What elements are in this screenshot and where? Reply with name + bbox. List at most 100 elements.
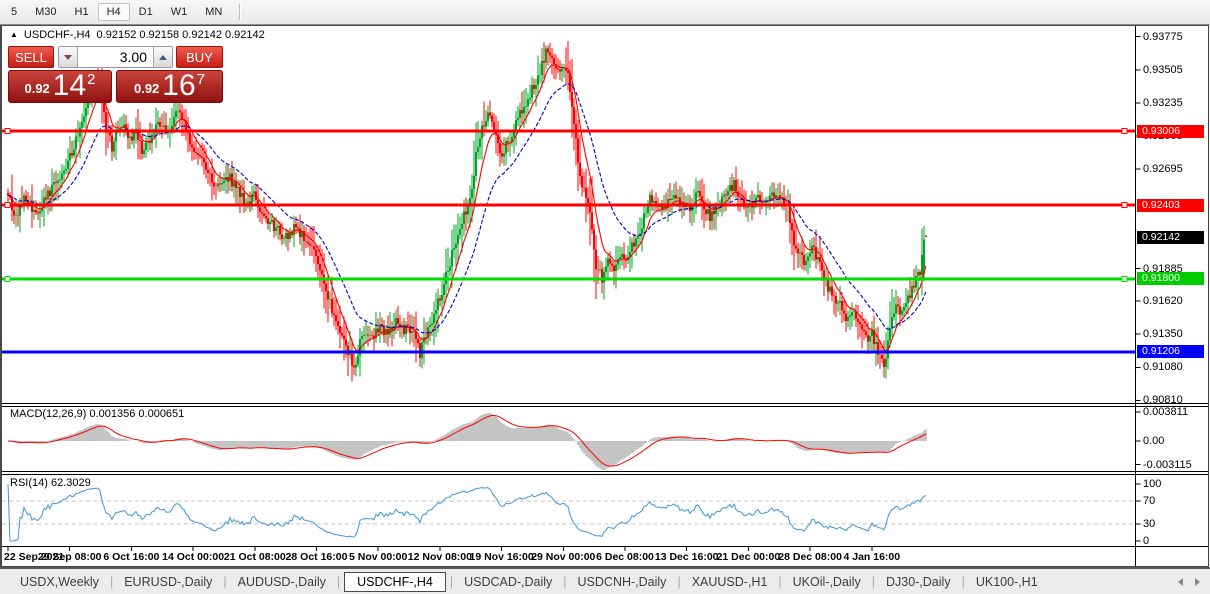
chart-ohlc-values: 0.92152 0.92158 0.92142 0.92142 — [96, 29, 265, 41]
tab-ukoil-daily[interactable]: UKOil-,Daily — [783, 572, 871, 592]
price-axis-label: 0.91080 — [1143, 361, 1183, 374]
volume-input[interactable] — [77, 47, 154, 67]
chart-plot — [2, 26, 1208, 566]
tab-strip: USDX,Weekly | EURUSD-,Daily | AUDUSD-,Daily |… — [0, 571, 1178, 592]
timeframe-mn[interactable]: MN — [196, 3, 231, 21]
tab-dj30-daily[interactable]: DJ30-,Daily — [876, 572, 961, 592]
collapse-triangle-icon[interactable]: ▲ — [10, 31, 18, 39]
macd-axis-label: 0.00 — [1143, 435, 1165, 447]
buy-price-pipette: 7 — [196, 71, 206, 88]
sell-price-display[interactable]: 0.92 14 2 — [8, 70, 112, 103]
time-axis-label: 13 Dec 16:00 — [654, 551, 719, 563]
tab-xauusd-h1[interactable]: XAUUSD-,H1 — [682, 572, 778, 592]
tab-uk100-h1[interactable]: UK100-,H1 — [966, 572, 1048, 592]
time-axis-label: 29 Nov 00:00 — [531, 551, 596, 563]
rsi-axis-label: 70 — [1143, 495, 1156, 508]
volume-decrease-button[interactable] — [59, 47, 77, 67]
price-axis-label: 0.91350 — [1143, 328, 1183, 341]
line-handle[interactable] — [1121, 202, 1128, 208]
volume-stepper — [58, 46, 173, 68]
chart-tab-bar: USDX,Weekly | EURUSD-,Daily | AUDUSD-,Daily |… — [0, 567, 1210, 594]
sell-button[interactable]: SELL — [8, 46, 54, 68]
time-axis-label: 28 Dec 08:00 — [778, 551, 842, 563]
horizontal-levels — [2, 128, 1136, 354]
panel-borders — [2, 26, 1208, 566]
sell-price-prefix: 0.92 — [24, 81, 50, 96]
macd-signal-line — [8, 415, 927, 467]
tab-eurusd-daily[interactable]: EURUSD-,Daily — [114, 572, 222, 592]
timeframe-toolbar: 5 M30 H1 H4 D1 W1 MN — [0, 0, 1210, 25]
macd-axis-label: -0.003115 — [1143, 458, 1192, 471]
price-axis-label: 0.93775 — [1143, 30, 1183, 43]
tab-audusd-daily[interactable]: AUDUSD-,Daily — [228, 572, 336, 592]
timeframe-h1[interactable]: H1 — [66, 3, 98, 21]
tab-usdchf-h4[interactable]: USDCHF-,H4 — [344, 571, 446, 592]
tab-separator: | — [336, 574, 341, 589]
time-axis-label: 5 Nov 00:00 — [349, 551, 408, 563]
chart-title: ▲ USDCHF-,H4 0.92152 0.92158 0.92142 0.9… — [10, 29, 265, 41]
timeframe-m30[interactable]: M30 — [26, 3, 65, 21]
time-axis-label: 21 Dec 00:00 — [716, 551, 781, 563]
buy-price-display[interactable]: 0.92 16 7 — [116, 70, 223, 103]
toolbar-separator — [239, 4, 241, 20]
macd-axis-label: 0.003811 — [1143, 405, 1189, 418]
buy-price-prefix: 0.92 — [133, 81, 160, 96]
line-handle[interactable] — [4, 202, 11, 208]
line-handle[interactable] — [1121, 276, 1128, 282]
tab-separator: | — [223, 574, 227, 589]
tab-scroll-arrows — [1178, 577, 1200, 586]
line-handle[interactable] — [4, 276, 11, 282]
time-axis-label: 6 Oct 16:00 — [103, 551, 160, 563]
time-axis-label: 12 Nov 08:00 — [407, 551, 472, 563]
sell-price-pipette: 2 — [87, 71, 96, 88]
time-axis-label: 19 Nov 16:00 — [469, 551, 534, 563]
price-axis-label: 0.90810 — [1143, 394, 1183, 407]
buy-button[interactable]: BUY — [176, 46, 223, 68]
price-level-badge: 0.93006 — [1137, 124, 1204, 138]
time-axis-label: 14 Oct 00:00 — [162, 551, 225, 563]
tab-separator: | — [449, 574, 454, 589]
volume-increase-button[interactable] — [154, 47, 172, 67]
tab-usdcad-daily[interactable]: USDCAD-,Daily — [454, 572, 562, 592]
tab-usdx-weekly[interactable]: USDX,Weekly — [10, 572, 109, 592]
timeframe-5[interactable]: 5 — [2, 3, 26, 21]
price-level-badge: 0.92142 — [1137, 230, 1204, 244]
time-axis-label: 29 Sep 08:00 — [37, 551, 102, 563]
time-axis-label: 4 Jan 16:00 — [843, 551, 901, 563]
timeframe-h4[interactable]: H4 — [97, 3, 130, 21]
chart-symbol-period: USDCHF-,H4 — [23, 29, 91, 41]
tab-scroll-right-icon[interactable] — [1195, 577, 1200, 586]
tab-separator: | — [677, 574, 681, 589]
time-axis-label: 28 Oct 16:00 — [285, 551, 348, 563]
tab-separator: | — [109, 574, 114, 589]
tab-separator: | — [778, 574, 782, 589]
chart-canvas — [2, 26, 1208, 566]
timeframe-w1[interactable]: W1 — [162, 3, 197, 21]
tab-separator: | — [871, 574, 875, 589]
line-handle[interactable] — [4, 128, 11, 134]
one-click-trading-panel: SELL BUY 0.92 14 2 0.92 16 7 — [8, 46, 223, 103]
buy-price-main: 16 — [162, 69, 196, 102]
macd-indicator-label: MACD(12,26,9) 0.001356 0.000651 — [10, 408, 185, 420]
tab-usdcnh-daily[interactable]: USDCNH-,Daily — [568, 572, 677, 592]
price-axis-label: 0.91620 — [1143, 295, 1183, 308]
price-axis-label: 0.93505 — [1143, 63, 1183, 76]
price-axis-label: 0.93235 — [1143, 96, 1183, 109]
price-level-badge: 0.92403 — [1137, 198, 1204, 212]
timeframe-d1[interactable]: D1 — [130, 3, 162, 21]
rsi-line — [7, 483, 927, 542]
tab-separator: | — [563, 574, 567, 589]
price-level-badge: 0.91206 — [1137, 345, 1204, 359]
time-axis-label: 21 Oct 08:00 — [223, 551, 286, 563]
triangle-down-icon — [64, 54, 72, 60]
time-axis-label: 6 Dec 08:00 — [596, 551, 654, 563]
rsi-axis-label: 100 — [1143, 478, 1162, 490]
rsi-axis-label: 30 — [1143, 517, 1156, 530]
sell-price-main: 14 — [52, 69, 87, 102]
rsi-indicator-label: RSI(14) 62.3029 — [10, 477, 91, 489]
price-level-badge: 0.91800 — [1137, 272, 1204, 286]
line-handle[interactable] — [1121, 128, 1128, 134]
tab-scroll-left-icon[interactable] — [1178, 577, 1183, 586]
triangle-up-icon — [159, 54, 167, 60]
price-axis-label: 0.92695 — [1143, 163, 1183, 176]
